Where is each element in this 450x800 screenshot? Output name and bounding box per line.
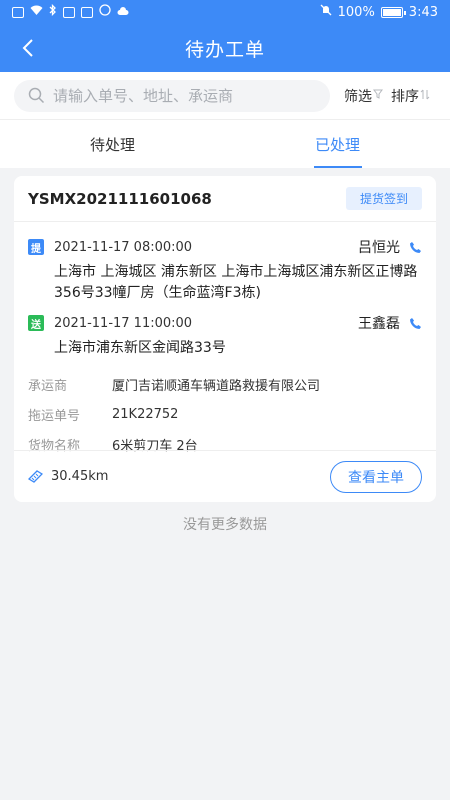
delivery-contact: 王鑫磊: [358, 316, 400, 332]
cloud-icon: [117, 5, 129, 20]
page-title: 待办工单: [184, 38, 265, 61]
order-info: 承运商 厦门吉诺顺通车辆道路救援有限公司 拖运单号 21K22752 货物名称 …: [14, 369, 436, 459]
battery-percent: 100%: [337, 4, 375, 20]
search-area: 筛选 排序: [0, 72, 450, 120]
bluetooth-icon: [49, 3, 57, 20]
battery-icon: [380, 6, 406, 18]
delivery-stop: 送 2021-11-17 11:00:00 王鑫磊 上海市浦东新区金闻路33号: [14, 310, 436, 359]
info-row-carrier: 承运商 厦门吉诺顺通车辆道路救援有限公司: [28, 369, 422, 399]
sort-label: 排序: [391, 88, 419, 105]
tab-processed[interactable]: 已处理: [225, 120, 450, 168]
filter-button[interactable]: 筛选: [344, 86, 383, 106]
app-header: 100% 3:43 待办工单: [0, 0, 450, 72]
filter-label: 筛选: [344, 88, 372, 105]
delivery-address: 上海市浦东新区金闻路33号: [54, 340, 226, 356]
info-value: 21K22752: [112, 406, 179, 422]
chevron-left-icon: [22, 39, 33, 57]
app-notification-icon: [81, 6, 93, 18]
status-bar: 100% 3:43: [0, 0, 450, 24]
pickup-phone-icon[interactable]: [408, 240, 422, 254]
search-input[interactable]: [53, 86, 313, 105]
distance: 30.45km: [28, 469, 108, 484]
pickup-time: 2021-11-17 08:00:00: [54, 239, 193, 255]
tab-bar: 待处理 已处理: [0, 120, 450, 168]
clock: 3:43: [408, 4, 438, 20]
tab-pending[interactable]: 待处理: [0, 120, 225, 168]
distance-value: 30.45km: [51, 469, 109, 484]
notification-icon: [12, 6, 24, 18]
sort-button[interactable]: 排序: [391, 86, 430, 106]
info-row-tow-number: 拖运单号 21K22752: [28, 399, 422, 429]
info-label: 承运商: [28, 378, 68, 394]
nav-bar: 待办工单: [0, 24, 450, 72]
search-icon: [28, 87, 45, 104]
wifi-icon: [30, 5, 43, 20]
pickup-stop: 提 2021-11-17 08:00:00 吕恒光 上海市 上海城区 浦东新区 …: [14, 234, 436, 304]
view-main-order-button[interactable]: 查看主单: [330, 460, 422, 493]
filter-icon: [373, 89, 383, 102]
route-icon: [28, 470, 43, 483]
mute-icon: [320, 4, 332, 20]
pickup-tag: 提: [28, 239, 44, 255]
info-label: 拖运单号: [28, 408, 81, 424]
delivery-time: 2021-11-17 11:00:00: [54, 315, 193, 331]
sort-icon: [420, 89, 430, 103]
order-card[interactable]: YSMX2021111601068 提货签到 提 2021-11-17 08:0…: [14, 176, 436, 502]
order-number: YSMX2021111601068: [28, 189, 212, 208]
delivery-tag: 送: [28, 315, 44, 331]
pickup-address: 上海市 上海城区 浦东新区 上海市上海城区浦东新区正博路356号33幢厂房（生命…: [54, 264, 418, 301]
pickup-contact: 吕恒光: [358, 240, 400, 256]
no-more-data: 没有更多数据: [183, 517, 267, 533]
mail-icon: [63, 6, 75, 18]
delivery-phone-icon[interactable]: [408, 316, 422, 330]
info-value: 厦门吉诺顺通车辆道路救援有限公司: [112, 378, 321, 394]
search-box[interactable]: [14, 79, 330, 112]
card-footer: 30.45km 查看主单: [14, 450, 436, 502]
back-button[interactable]: [12, 32, 44, 64]
status-badge: 提货签到: [345, 187, 422, 210]
browser-icon: [99, 4, 111, 20]
